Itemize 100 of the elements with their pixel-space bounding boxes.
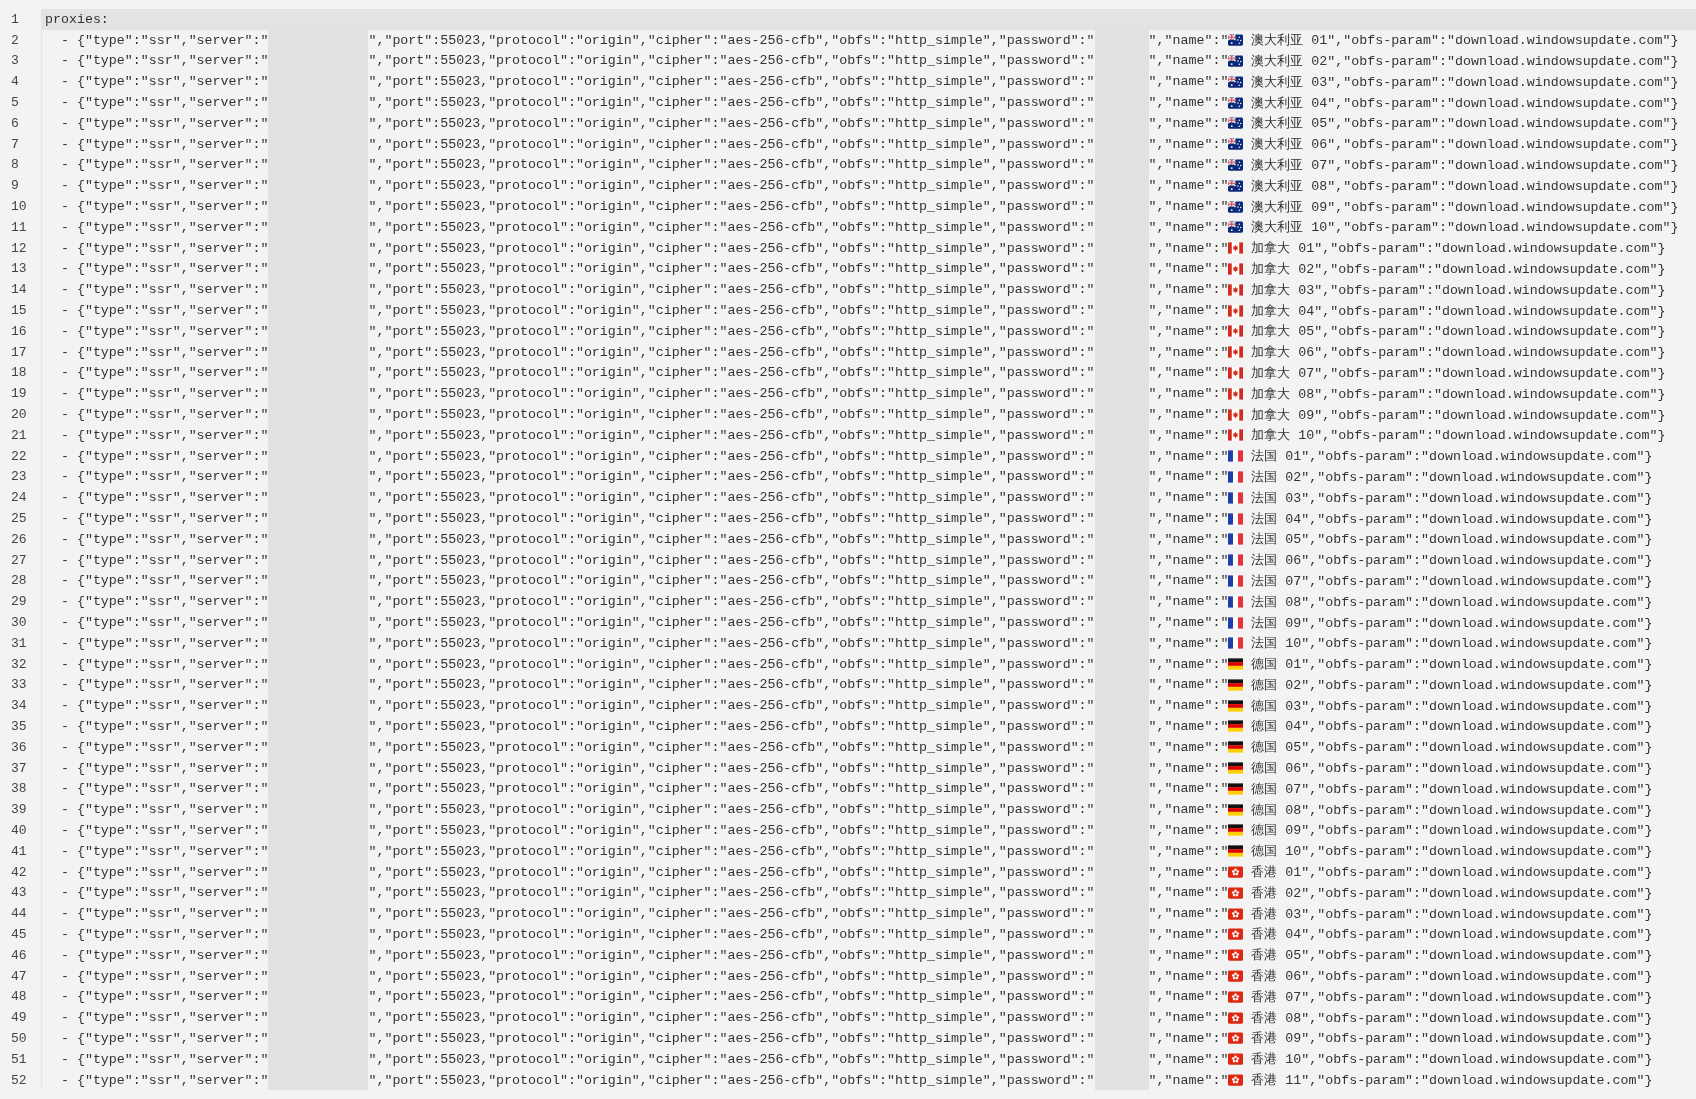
code-text: - {"type":"ssr","server":" bbox=[59, 32, 269, 48]
code-text: - {"type":"ssr","server":" bbox=[59, 240, 269, 256]
code-text: 澳大利亚 02","obfs-param":"download.windowsupdate.com"} bbox=[1250, 53, 1679, 70]
flag-icon bbox=[1228, 470, 1244, 483]
code-text: ","port":55023,"protocol":"origin","cipher":"aes-256-cfb","obfs":"http_simple","password":" bbox=[368, 386, 1095, 402]
code-text: 法国 10","obfs-param":"download.windowsupdate.com"} bbox=[1250, 635, 1653, 653]
flag-icon bbox=[1228, 574, 1244, 587]
flag-icon bbox=[1228, 741, 1244, 754]
flag-icon bbox=[1228, 1011, 1244, 1024]
code-text: ","port":55023,"protocol":"origin","cipher":"aes-256-cfb","obfs":"http_simple","password":" bbox=[368, 74, 1095, 90]
code-text: ","port":55023,"protocol":"origin","cipher":"aes-256-cfb","obfs":"http_simple","password":" bbox=[368, 219, 1095, 235]
line-number: 36 bbox=[10, 739, 28, 755]
line-number: 3 bbox=[10, 53, 20, 69]
flag-icon bbox=[1228, 720, 1244, 733]
flag-icon bbox=[1228, 117, 1244, 130]
code-text: - {"type":"ssr","server":" bbox=[59, 926, 269, 942]
flag-icon bbox=[1228, 179, 1244, 192]
code-text: ","port":55023,"protocol":"origin","cipher":"aes-256-cfb","obfs":"http_simple","password":" bbox=[368, 95, 1095, 111]
line-number: 28 bbox=[10, 573, 28, 589]
code-text: ","port":55023,"protocol":"origin","cipher":"aes-256-cfb","obfs":"http_simple","password":" bbox=[368, 115, 1095, 131]
line-number: 11 bbox=[10, 219, 28, 235]
code-text: ","name":" bbox=[1148, 760, 1229, 776]
line-number: 40 bbox=[10, 822, 28, 838]
code-text: 加拿大 04","obfs-param":"download.windowsupdate.com"} bbox=[1250, 302, 1666, 320]
line-number: 26 bbox=[10, 531, 28, 547]
code-text: ","name":" bbox=[1148, 1072, 1229, 1088]
code-text: ","name":" bbox=[1148, 802, 1229, 818]
flag-icon bbox=[1228, 803, 1244, 816]
code-text: 香港 09","obfs-param":"download.windowsupdate.com"} bbox=[1250, 1030, 1653, 1048]
code-text: - {"type":"ssr","server":" bbox=[59, 573, 269, 589]
code-text: 加拿大 06","obfs-param":"download.windowsupdate.com"} bbox=[1250, 344, 1666, 362]
code-text: - {"type":"ssr","server":" bbox=[59, 1030, 269, 1046]
code-text: ","name":" bbox=[1148, 843, 1229, 859]
code-text: 法国 05","obfs-param":"download.windowsupdate.com"} bbox=[1250, 531, 1653, 549]
code-text: ","port":55023,"protocol":"origin","cipher":"aes-256-cfb","obfs":"http_simple","password":" bbox=[368, 739, 1095, 755]
code-text: ","port":55023,"protocol":"origin","cipher":"aes-256-cfb","obfs":"http_simple","password":" bbox=[368, 843, 1095, 859]
code-text: ","port":55023,"protocol":"origin","cipher":"aes-256-cfb","obfs":"http_simple","password":" bbox=[368, 719, 1095, 734]
flag-icon bbox=[1228, 304, 1244, 317]
line-number: 27 bbox=[10, 552, 28, 568]
flag-icon bbox=[1228, 1074, 1244, 1087]
line-number: 34 bbox=[10, 698, 28, 714]
code-text: ","name":" bbox=[1148, 365, 1229, 381]
line-number: 50 bbox=[10, 1030, 28, 1046]
code-text: ","port":55023,"protocol":"origin","cipher":"aes-256-cfb","obfs":"http_simple","password":" bbox=[368, 240, 1095, 256]
code-text: 法国 09","obfs-param":"download.windowsupdate.com"} bbox=[1250, 614, 1653, 632]
code-text: 加拿大 10","obfs-param":"download.windowsupdate.com"} bbox=[1250, 427, 1666, 445]
code-text: - {"type":"ssr","server":" bbox=[59, 303, 269, 319]
line-number: 33 bbox=[10, 677, 28, 693]
code-text: - {"type":"ssr","server":" bbox=[59, 469, 269, 485]
code-text: 法国 03","obfs-param":"download.windowsupdate.com"} bbox=[1250, 489, 1653, 507]
code-text: 香港 06","obfs-param":"download.windowsupdate.com"} bbox=[1250, 968, 1653, 986]
code-text: ","name":" bbox=[1148, 386, 1229, 402]
code-text: - {"type":"ssr","server":" bbox=[59, 323, 269, 339]
code-text: - {"type":"ssr","server":" bbox=[59, 448, 269, 464]
code-text: ","name":" bbox=[1148, 32, 1229, 48]
code-text: - {"type":"ssr","server":" bbox=[59, 802, 269, 818]
line-number: 12 bbox=[10, 240, 28, 256]
code-text: ","name":" bbox=[1148, 157, 1229, 173]
code-text: - {"type":"ssr","server":" bbox=[59, 635, 269, 651]
code-text: 德国 09","obfs-param":"download.windowsupdate.com"} bbox=[1250, 822, 1653, 840]
code-text: ","name":" bbox=[1148, 490, 1229, 506]
flag-icon bbox=[1228, 75, 1244, 88]
flag-icon bbox=[1228, 491, 1244, 504]
code-text: ","port":55023,"protocol":"origin","cipher":"aes-256-cfb","obfs":"http_simple","password":" bbox=[368, 490, 1095, 506]
flag-icon bbox=[1228, 1053, 1244, 1066]
code-text: - {"type":"ssr","server":" bbox=[59, 178, 269, 194]
code-text: - {"type":"ssr","server":" bbox=[59, 115, 269, 131]
code-text: 德国 02","obfs-param":"download.windowsupdate.com"} bbox=[1250, 676, 1653, 694]
code-text: ","port":55023,"protocol":"origin","cipher":"aes-256-cfb","obfs":"http_simple","password":" bbox=[368, 365, 1095, 381]
code-text: ","name":" bbox=[1148, 53, 1229, 69]
code-text: ","name":" bbox=[1148, 739, 1229, 755]
code-text: - {"type":"ssr","server":" bbox=[59, 739, 269, 755]
line-number: 32 bbox=[10, 656, 28, 672]
line-number: 44 bbox=[10, 906, 28, 922]
line-number: 1 bbox=[10, 11, 20, 27]
code-text: 德国 04","obfs-param":"download.windowsupdate.com"} bbox=[1250, 718, 1653, 736]
code-text: ","name":" bbox=[1148, 635, 1229, 651]
line-number: 23 bbox=[10, 469, 28, 485]
code-text: ","port":55023,"protocol":"origin","cipher":"aes-256-cfb","obfs":"http_simple","password":" bbox=[368, 989, 1095, 1005]
line-number: 46 bbox=[10, 947, 28, 963]
code-text: ","port":55023,"protocol":"origin","cipher":"aes-256-cfb","obfs":"http_simple","password":" bbox=[368, 802, 1095, 818]
line-number: 49 bbox=[10, 1010, 28, 1026]
line-number: 37 bbox=[10, 760, 28, 776]
line-number: 39 bbox=[10, 802, 28, 818]
code-text: ","port":55023,"protocol":"origin","cipher":"aes-256-cfb","obfs":"http_simple","password":" bbox=[368, 698, 1095, 714]
code-text: 香港 02","obfs-param":"download.windowsupdate.com"} bbox=[1250, 884, 1653, 902]
code-text: - {"type":"ssr","server":" bbox=[59, 989, 269, 1005]
code-text: - {"type":"ssr","server":" bbox=[59, 594, 269, 610]
code-text: 香港 10","obfs-param":"download.windowsupdate.com"} bbox=[1250, 1051, 1653, 1069]
code-text: ","name":" bbox=[1148, 1051, 1229, 1067]
code-text: ","port":55023,"protocol":"origin","cipher":"aes-256-cfb","obfs":"http_simple","password":" bbox=[368, 677, 1095, 693]
flag-icon bbox=[1228, 366, 1244, 379]
line-number: 18 bbox=[10, 365, 28, 381]
flag-icon bbox=[1228, 34, 1244, 47]
code-text: - {"type":"ssr","server":" bbox=[59, 531, 269, 547]
code-text: 澳大利亚 03","obfs-param":"download.windowsupdate.com"} bbox=[1250, 73, 1679, 91]
flag-icon bbox=[1228, 637, 1244, 650]
code-text: - {"type":"ssr","server":" bbox=[59, 95, 269, 111]
flag-icon bbox=[1228, 866, 1244, 879]
code-text: - {"type":"ssr","server":" bbox=[59, 1010, 269, 1026]
